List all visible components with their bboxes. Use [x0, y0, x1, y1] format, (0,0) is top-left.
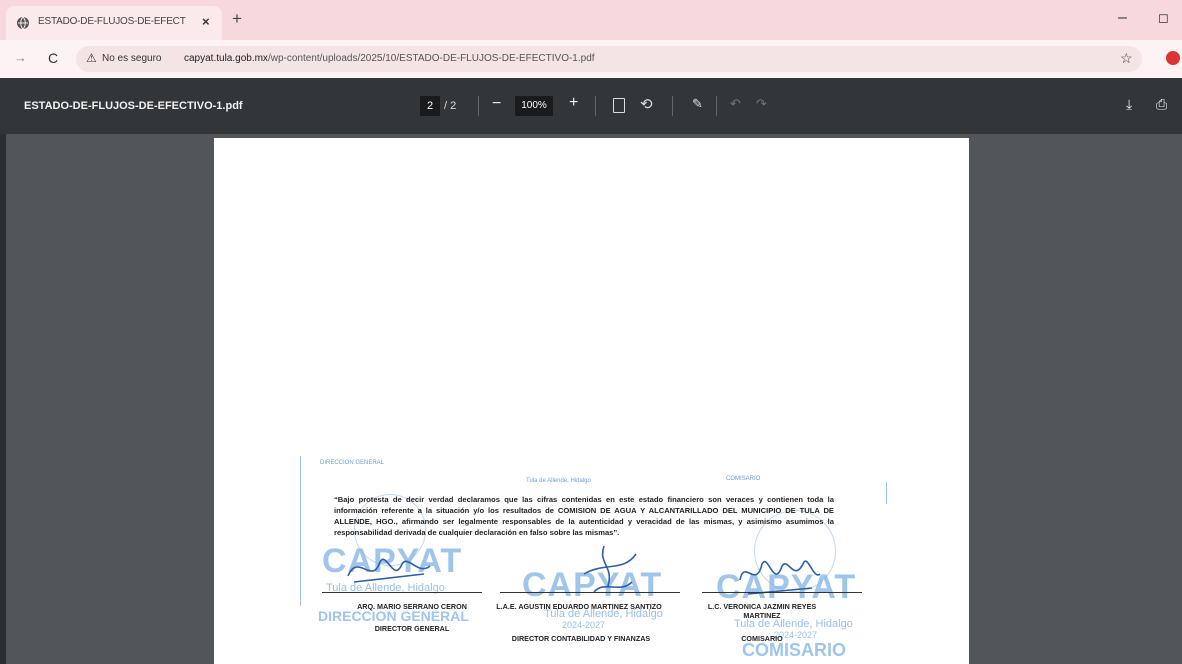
- tab-close-icon[interactable]: ×: [202, 14, 210, 29]
- maximize-button[interactable]: ◻: [1158, 10, 1169, 26]
- globe-icon: [17, 16, 29, 30]
- signature-line: [702, 592, 862, 593]
- stamp-header: COMISARIO: [726, 476, 761, 482]
- declaration-text: “Bajo protesta de decir verdad declaramo…: [334, 495, 834, 537]
- signature-line: [322, 592, 482, 593]
- viewer-edge: [0, 134, 6, 664]
- stamp-border: [300, 456, 301, 606]
- url-path: /wp-content/uploads/2025/10/ESTADO-DE-FL…: [267, 53, 595, 64]
- minimize-button[interactable]: –: [1118, 9, 1127, 27]
- print-icon[interactable]: ⎙: [1156, 96, 1167, 113]
- redo-icon[interactable]: ↷: [756, 96, 767, 112]
- divider: [478, 96, 479, 116]
- stamp-years: 2024-2027: [562, 620, 606, 630]
- tab-title: ESTADO-DE-FLUJOS-DE-EFECT: [38, 16, 186, 27]
- signature: [583, 545, 637, 593]
- signatory-role: COMISARIO: [741, 634, 783, 643]
- signatory-name: L.C. VERONICA JAZMIN REYES MARTINEZ: [707, 602, 817, 620]
- page-total: / 2: [444, 100, 457, 112]
- signatory-name: L.A.E. AGUSTIN EDUARDO MARTINEZ SANTIZO: [496, 602, 662, 611]
- security-label[interactable]: No es seguro: [102, 53, 161, 64]
- back-icon[interactable]: →: [14, 50, 27, 65]
- profile-icon[interactable]: [1166, 51, 1180, 65]
- address-bar[interactable]: ⚠ No es seguro capyat.tula.gob.mx/wp-con…: [76, 46, 1142, 72]
- new-tab-button[interactable]: +: [232, 9, 242, 29]
- pdf-page[interactable]: DIRECCION GENERAL Tula de Allende, Hidal…: [214, 138, 969, 664]
- signatory-role: DIRECTOR GENERAL: [374, 624, 450, 633]
- url-text[interactable]: capyat.tula.gob.mx/wp-content/uploads/20…: [184, 53, 595, 64]
- zoom-in-button[interactable]: +: [569, 94, 578, 112]
- reload-icon[interactable]: C: [48, 50, 58, 66]
- signature: [347, 558, 431, 583]
- fit-page-icon[interactable]: [613, 98, 625, 113]
- star-icon[interactable]: ☆: [1120, 50, 1133, 67]
- annotate-icon[interactable]: ✎: [692, 96, 703, 112]
- signatory-role: DIRECTOR CONTABILIDAD Y FINANZAS: [511, 634, 651, 643]
- zoom-out-button[interactable]: −: [492, 95, 501, 113]
- stamp-header: DIRECCION GENERAL: [320, 460, 385, 466]
- undo-icon[interactable]: ↶: [730, 96, 741, 112]
- divider: [595, 96, 596, 116]
- tab-strip: ESTADO-DE-FLUJOS-DE-EFECT × + – ◻: [0, 0, 1182, 40]
- divider: [672, 96, 673, 116]
- rotate-icon[interactable]: ⟲: [640, 95, 653, 113]
- warning-icon[interactable]: ⚠: [86, 51, 97, 65]
- comisario-stamp: COMISARIO: [742, 640, 847, 660]
- stamp-border: [886, 482, 887, 504]
- pdf-file-name: ESTADO-DE-FLUJOS-DE-EFECTIVO-1.pdf: [24, 100, 243, 112]
- browser-toolbar: → C ⚠ No es seguro capyat.tula.gob.mx/wp…: [0, 40, 1182, 78]
- page-number-input[interactable]: 2: [420, 96, 440, 116]
- browser-tab[interactable]: ESTADO-DE-FLUJOS-DE-EFECT ×: [6, 6, 222, 40]
- stamp-header: Tula de Allende, Hidalgo: [526, 478, 591, 484]
- divider: [716, 96, 717, 116]
- download-icon[interactable]: ⤓: [1126, 96, 1132, 113]
- url-host: capyat.tula.gob.mx: [184, 53, 268, 64]
- zoom-input[interactable]: 100%: [515, 96, 553, 116]
- pdf-toolbar: ESTADO-DE-FLUJOS-DE-EFECTIVO-1.pdf 2 / 2…: [0, 78, 1182, 134]
- signatory-name: ARQ. MARIO SERRANO CERON: [357, 602, 467, 611]
- signature-line: [500, 592, 680, 593]
